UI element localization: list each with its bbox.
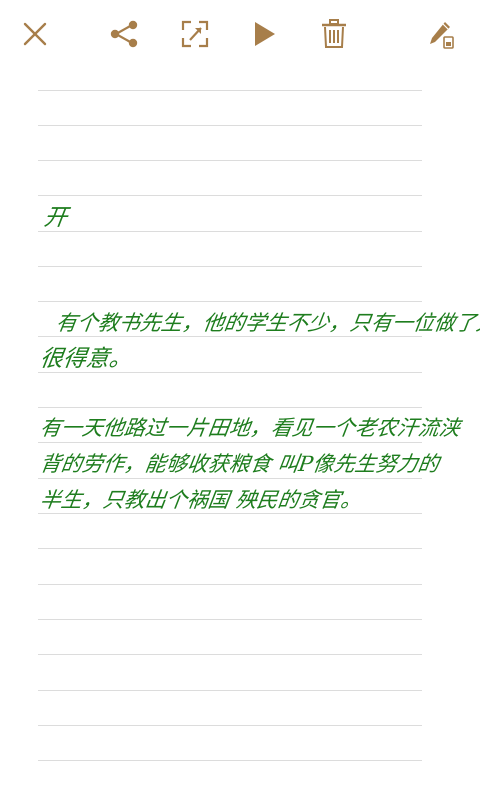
ruled-line [38,760,422,761]
ruled-line [38,195,422,196]
close-icon [23,22,47,46]
ruled-line [38,160,422,161]
share-button[interactable] [104,14,144,54]
ruled-line [38,407,422,408]
play-button[interactable] [244,14,284,54]
ruled-line [38,90,422,91]
handwritten-line: 有一天他路过一片田地，看见一个老农汗流浃 [38,416,462,440]
play-icon [255,22,275,46]
toolbar [0,0,480,68]
note-app: 开 有个教书先生，他的学生不少，只有一位做了大官 很得意。 有一天他路过一片田地… [0,0,480,800]
ruled-line [38,690,422,691]
pen-settings-button[interactable] [420,14,460,54]
crop-icon [181,20,209,48]
ruled-line [38,231,422,232]
delete-button[interactable] [314,14,354,54]
trash-icon [322,19,346,48]
ruled-line [38,619,422,620]
crop-button[interactable] [175,14,215,54]
ruled-line [38,584,422,585]
note-paper[interactable]: 开 有个教书先生，他的学生不少，只有一位做了大官 很得意。 有一天他路过一片田地… [0,68,480,800]
ruled-line [38,301,422,302]
ruled-line [38,548,422,549]
ruled-line [38,725,422,726]
handwritten-line: 背的劳作，能够收获粮食 叫P像先生努力的 [38,452,441,476]
ruled-line [38,654,422,655]
close-button[interactable] [15,14,55,54]
pen-icon [430,22,454,49]
ruled-line [38,266,422,267]
ruled-line [38,125,422,126]
share-icon [110,20,138,48]
handwritten-line: 有个教书先生，他的学生不少，只有一位做了大官 [54,311,480,335]
handwritten-line: 半生，只教出个祸国 殃民的贪官。 [38,488,364,512]
handwritten-line: 开 [42,205,69,231]
handwritten-line: 很得意。 [38,346,134,372]
